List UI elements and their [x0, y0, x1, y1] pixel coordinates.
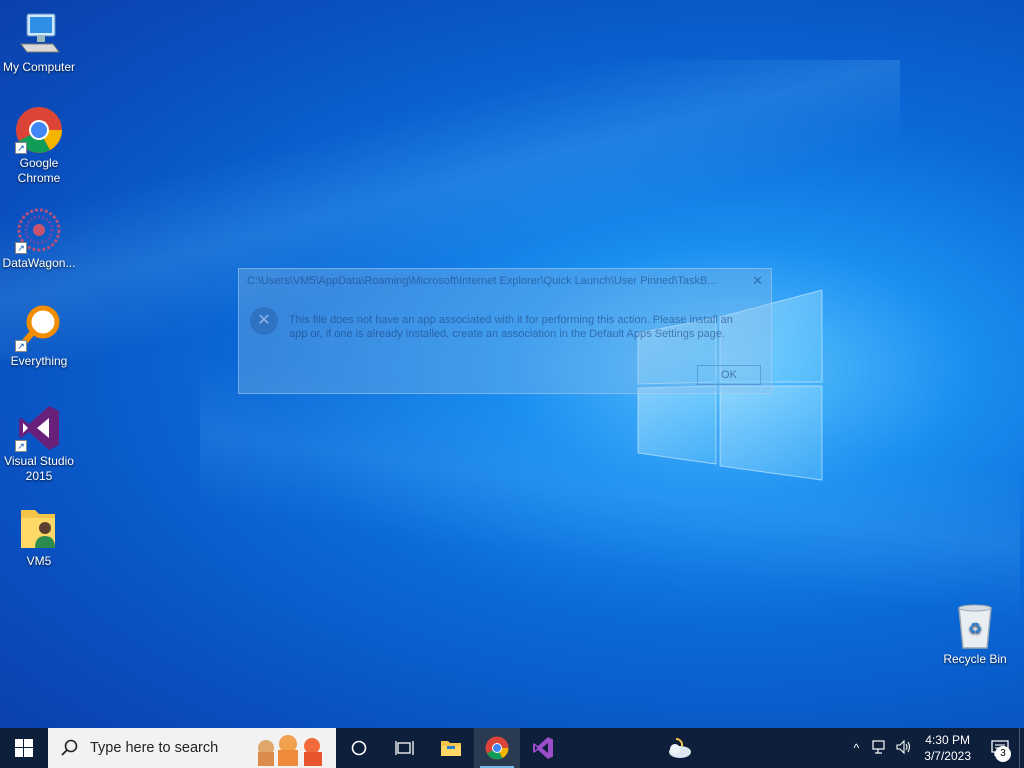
task-view-button[interactable]: [382, 728, 428, 768]
visual-studio-icon: [533, 737, 553, 759]
desktop-icon-label: DataWagon...: [2, 256, 76, 270]
chevron-up-icon: ^: [853, 741, 860, 755]
search-highlight-illustration-icon: [258, 735, 322, 766]
clock-time: 4:30 PM: [925, 733, 970, 747]
wallpaper-beam: [200, 360, 1020, 620]
ok-button[interactable]: OK: [697, 365, 761, 385]
action-center-button[interactable]: 3: [981, 728, 1019, 768]
desktop-icon-everything[interactable]: ↗ Everything: [0, 304, 78, 369]
search-placeholder: Type here to search: [90, 740, 219, 756]
shortcut-arrow-icon: ↗: [15, 242, 27, 254]
computer-icon: [15, 10, 63, 58]
desktop-icon-vm5[interactable]: VM5: [0, 504, 78, 569]
chrome-icon: ↗: [15, 106, 63, 154]
desktop-icon-label: Recycle Bin: [943, 652, 1007, 666]
clock-date: 3/7/2023: [924, 749, 971, 763]
show-desktop-button[interactable]: [1019, 728, 1024, 768]
shortcut-arrow-icon: ↗: [15, 340, 27, 352]
show-hidden-icons-button[interactable]: ^: [844, 741, 868, 755]
svg-text:♻: ♻: [968, 619, 982, 638]
desktop-icon-google-chrome[interactable]: ↗ Google Chrome: [0, 106, 78, 186]
windows-start-icon: [15, 739, 33, 757]
datawagon-icon: ↗: [15, 206, 63, 254]
visual-studio-icon: ↗: [15, 404, 63, 452]
cortana-button[interactable]: [336, 728, 382, 768]
weather-icon: [669, 737, 691, 758]
dialog-title: C:\Users\VM5\AppData\Roaming\Microsoft\I…: [247, 275, 717, 287]
system-tray: ^ 4:30 PM 3/7/2023 3: [844, 728, 1024, 768]
error-dialog: C:\Users\VM5\AppData\Roaming\Microsoft\I…: [238, 268, 772, 394]
error-icon: ✕: [250, 307, 278, 335]
chrome-icon: [485, 736, 509, 760]
network-icon: [872, 739, 885, 754]
taskbar-weather[interactable]: [656, 728, 702, 768]
dialog-close-button[interactable]: ✕: [752, 273, 763, 289]
start-button[interactable]: [0, 728, 48, 768]
taskbar-search-box[interactable]: Type here to search: [48, 728, 336, 768]
desktop-icon-label: Visual Studio 2015: [4, 454, 74, 483]
notification-count-badge: 3: [995, 746, 1011, 762]
speaker-icon: [896, 739, 911, 754]
taskbar-clock[interactable]: 4:30 PM 3/7/2023: [916, 732, 981, 764]
desktop-icon-my-computer[interactable]: My Computer: [0, 10, 78, 75]
network-button[interactable]: [868, 739, 892, 757]
taskbar-file-explorer[interactable]: [428, 728, 474, 768]
shortcut-arrow-icon: ↗: [15, 440, 27, 452]
user-folder-icon: [15, 504, 63, 552]
search-icon: [61, 739, 78, 756]
desktop-icon-label: VM5: [26, 554, 52, 568]
taskbar-visual-studio[interactable]: [520, 728, 566, 768]
desktop-icon-datawagon[interactable]: ↗ DataWagon...: [0, 206, 78, 271]
cortana-icon: [351, 740, 367, 756]
desktop-icon-visual-studio-2015[interactable]: ↗ Visual Studio 2015: [0, 404, 78, 484]
dialog-message: This file does not have an app associate…: [289, 314, 733, 340]
everything-search-icon: ↗: [15, 304, 63, 352]
desktop-icon-recycle-bin[interactable]: ♻ Recycle Bin: [936, 602, 1014, 667]
desktop-icon-label: Google Chrome: [17, 156, 61, 185]
desktop-icon-label: My Computer: [2, 60, 76, 74]
task-view-icon: [395, 741, 414, 755]
taskbar: Type here to search ^ 4:30 PM 3/7/2023 3: [0, 728, 1024, 768]
shortcut-arrow-icon: ↗: [15, 142, 27, 154]
desktop-icon-label: Everything: [10, 354, 68, 368]
taskbar-chrome[interactable]: [474, 728, 520, 768]
file-explorer-icon: [441, 741, 461, 756]
volume-button[interactable]: [892, 739, 916, 757]
recycle-bin-icon: ♻: [951, 602, 999, 650]
